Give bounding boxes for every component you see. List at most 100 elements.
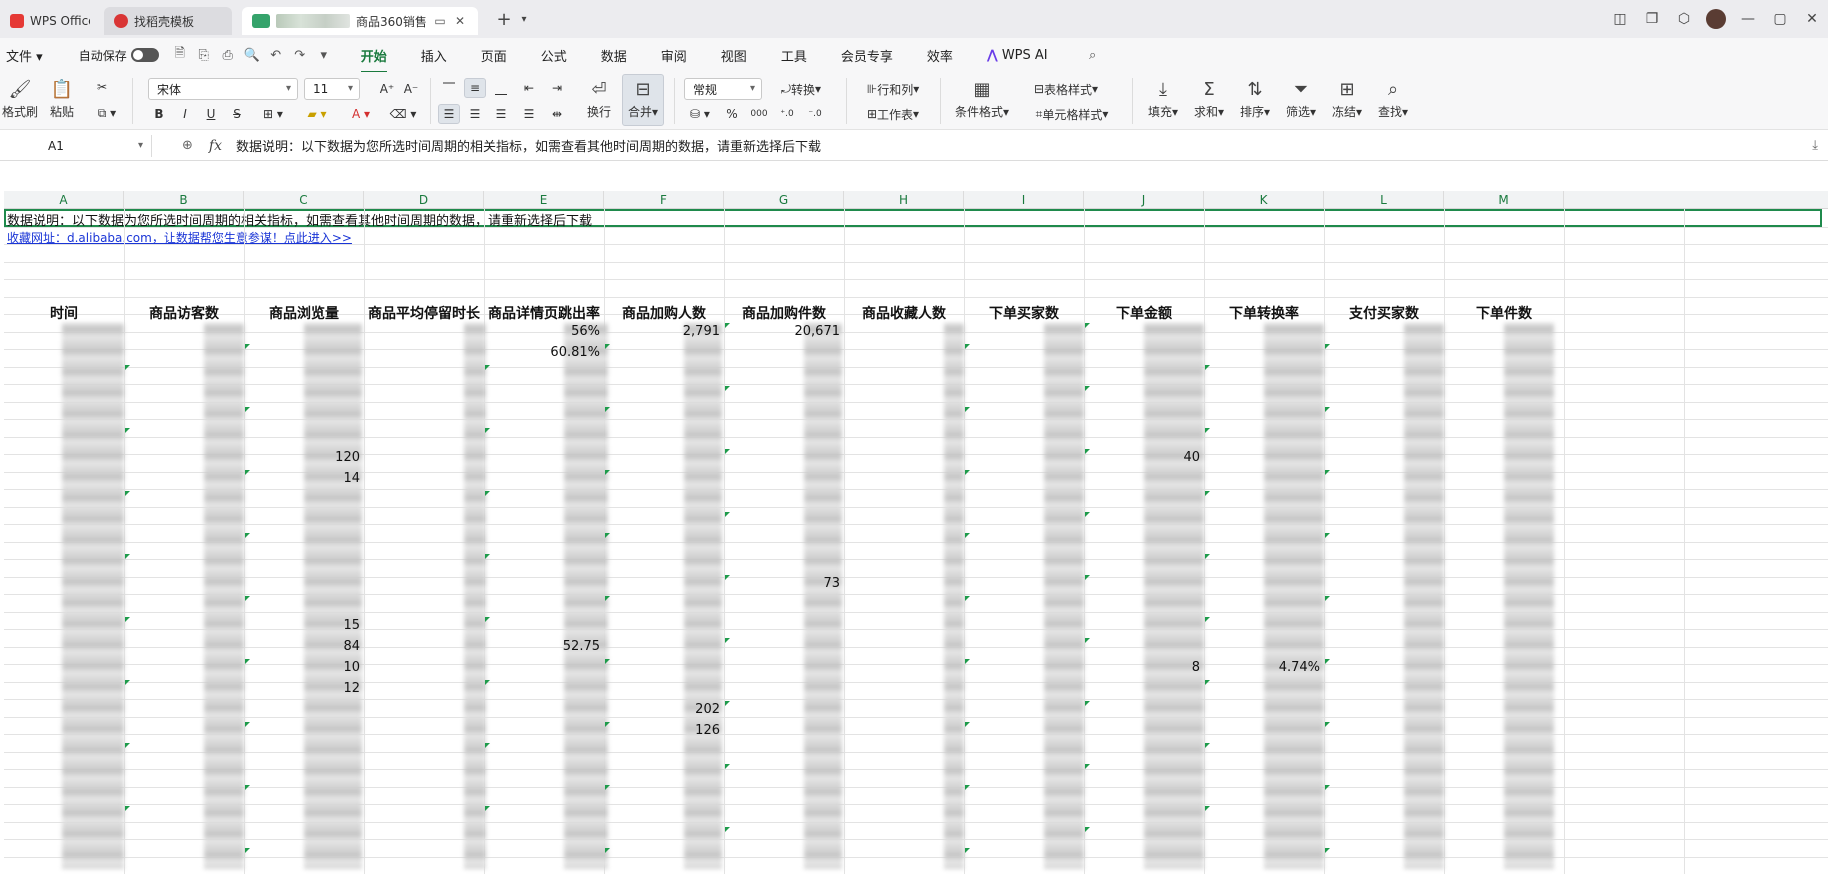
decrease-indent-icon[interactable]: ⇤ [518, 78, 540, 98]
font-color-icon[interactable]: A ▾ [344, 104, 378, 124]
menu-item-page[interactable]: 页面 [481, 46, 507, 65]
cell-area[interactable]: 数据说明：以下数据为您所选时间周期的相关指标，如需查看其他时间周期的数据，请重新… [4, 209, 1828, 874]
tab-active-file[interactable]: 商品360销售 ▭ ✕ [242, 7, 478, 35]
screenshot-icon[interactable]: ◫ [1604, 3, 1636, 35]
table-cell[interactable]: 20,671 [724, 324, 841, 339]
paste-button[interactable]: 📋 粘贴 [44, 74, 80, 126]
table-header-cell[interactable]: 商品加购件数 [724, 304, 844, 322]
autosave-toggle[interactable] [130, 48, 159, 62]
fill-color-icon[interactable]: ▰ ▾ [300, 104, 334, 124]
table-header-cell[interactable]: 支付买家数 [1324, 304, 1444, 322]
increase-decimal-icon[interactable]: ⁺.0 [776, 104, 798, 124]
print-preview-icon[interactable]: 🔍 [241, 44, 263, 66]
search-icon[interactable]: ⌕ [1082, 44, 1104, 66]
menu-item-review[interactable]: 审阅 [661, 46, 687, 65]
chevron-down-icon[interactable]: ▾ [516, 7, 532, 31]
currency-icon[interactable]: ⛁ ▾ [684, 104, 716, 124]
table-cell[interactable]: 73 [724, 576, 840, 591]
table-cell[interactable]: 12 [244, 681, 360, 696]
table-cell[interactable]: 40 [1084, 450, 1200, 465]
close-window-icon[interactable]: ✕ [1796, 3, 1828, 35]
align-right-icon[interactable]: ☰ [490, 104, 512, 124]
distribute-icon[interactable]: ⇹ [546, 104, 568, 124]
increase-font-icon[interactable]: A⁺ [376, 78, 398, 100]
column-header-c[interactable]: C [244, 191, 364, 209]
table-cell[interactable]: 56% [484, 324, 600, 339]
table-cell[interactable]: 14 [244, 471, 360, 486]
spreadsheet-grid[interactable]: ABCDEFGHIJKLM 数据说明：以下数据为您所选时间周期的相关指标，如需查… [0, 161, 1828, 874]
table-header-cell[interactable]: 下单转换率 [1204, 304, 1324, 322]
close-tab-icon[interactable]: ✕ [452, 13, 468, 29]
table-cell[interactable]: 8 [1084, 660, 1200, 675]
menu-item-view[interactable]: 视图 [721, 46, 747, 65]
copy-icon[interactable]: ⧉ ▾ [90, 102, 124, 124]
column-header-m[interactable]: M [1444, 191, 1564, 209]
clear-format-icon[interactable]: ⌫ ▾ [386, 104, 420, 124]
formula-input[interactable]: 数据说明：以下数据为您所选时间周期的相关指标，如需查看其他时间周期的数据，请重新… [236, 136, 821, 155]
column-header-e[interactable]: E [484, 191, 604, 209]
column-header-a[interactable]: A [4, 191, 124, 209]
freeze-button[interactable]: ⊞ 冻结▾ [1326, 74, 1368, 126]
row-col-button[interactable]: ⊪ 行和列 ▾ [856, 78, 930, 100]
align-top-icon[interactable]: ⎺ [438, 78, 460, 98]
menu-item-tools[interactable]: 工具 [781, 46, 807, 65]
column-header-k[interactable]: K [1204, 191, 1324, 209]
find-button[interactable]: ⌕ 查找▾ [1372, 74, 1414, 126]
column-header-d[interactable]: D [364, 191, 484, 209]
decrease-font-icon[interactable]: A⁻ [400, 78, 422, 100]
function-icon[interactable]: fx [209, 138, 222, 154]
table-cell[interactable]: 15 [244, 618, 360, 633]
table-header-cell[interactable]: 商品访客数 [124, 304, 244, 322]
table-cell[interactable]: 10 [244, 660, 360, 675]
window-mode-icon[interactable]: ▭ [432, 13, 448, 29]
underline-button[interactable]: U [200, 104, 222, 124]
table-header-cell[interactable]: 商品加购人数 [604, 304, 724, 322]
align-bottom-icon[interactable]: ⎽ [490, 78, 512, 98]
percent-button[interactable]: % [722, 104, 742, 124]
table-cell[interactable]: 120 [244, 450, 360, 465]
menu-item-member[interactable]: 会员专享 [841, 46, 893, 65]
sum-button[interactable]: Σ 求和▾ [1188, 74, 1230, 126]
new-tab-icon[interactable]: + [492, 7, 516, 31]
sort-button[interactable]: ⇅ 排序▾ [1234, 74, 1276, 126]
merge-cells-button[interactable]: ⊟ 合并▾ [622, 74, 664, 126]
worksheet-button[interactable]: ⊞ 工作表 ▾ [856, 104, 930, 124]
table-header-cell[interactable]: 下单买家数 [964, 304, 1084, 322]
fill-button[interactable]: ⤓ 填充▾ [1142, 74, 1184, 126]
font-name-select[interactable]: 宋体 ▾ [148, 78, 298, 100]
table-cell[interactable]: 126 [604, 723, 720, 738]
wps-ai-button[interactable]: ⋀ WPS AI [987, 48, 1048, 63]
column-header-g[interactable]: G [724, 191, 844, 209]
save-icon[interactable]: 🗎 [169, 44, 191, 66]
table-cell[interactable]: 60.81% [484, 345, 600, 360]
table-cell[interactable]: 202 [604, 702, 720, 717]
align-left-icon[interactable]: ☰ [438, 104, 460, 124]
table-cell[interactable]: 84 [244, 639, 360, 654]
table-header-cell[interactable]: 商品浏览量 [244, 304, 364, 322]
wrap-text-button[interactable]: ⏎ 换行 [580, 74, 618, 126]
avatar[interactable] [1706, 9, 1726, 29]
tab-wps-office[interactable]: WPS Office [0, 7, 100, 35]
font-size-select[interactable]: 11 ▾ [304, 78, 360, 100]
zoom-icon[interactable]: ⊕ [182, 138, 193, 153]
cube-icon[interactable]: ⬡ [1668, 3, 1700, 35]
undo-icon[interactable]: ↶ [265, 44, 287, 66]
table-header-cell[interactable]: 商品收藏人数 [844, 304, 964, 322]
number-format-select[interactable]: 常规 ▾ [684, 78, 762, 100]
convert-button[interactable]: ⤾ 转换 ▾ [770, 78, 832, 100]
export-icon[interactable]: ⎘ [193, 44, 215, 66]
bold-button[interactable]: B [148, 104, 170, 124]
table-header-cell[interactable]: 时间 [4, 304, 124, 322]
align-middle-icon[interactable]: ≡ [464, 78, 486, 98]
strikethrough-icon[interactable]: S̶ [226, 104, 248, 124]
table-cell[interactable]: 52.75 [484, 639, 600, 654]
column-header-h[interactable]: H [844, 191, 964, 209]
column-header-i[interactable]: I [964, 191, 1084, 209]
menu-item-home[interactable]: 开始 [360, 46, 387, 73]
justify-icon[interactable]: ☰ [518, 104, 540, 124]
decrease-decimal-icon[interactable]: ⁻.0 [804, 104, 826, 124]
column-header-b[interactable]: B [124, 191, 244, 209]
table-cell[interactable]: 2,791 [604, 324, 720, 339]
menu-item-formula[interactable]: 公式 [541, 46, 567, 65]
thousands-icon[interactable]: 000 [748, 104, 770, 124]
